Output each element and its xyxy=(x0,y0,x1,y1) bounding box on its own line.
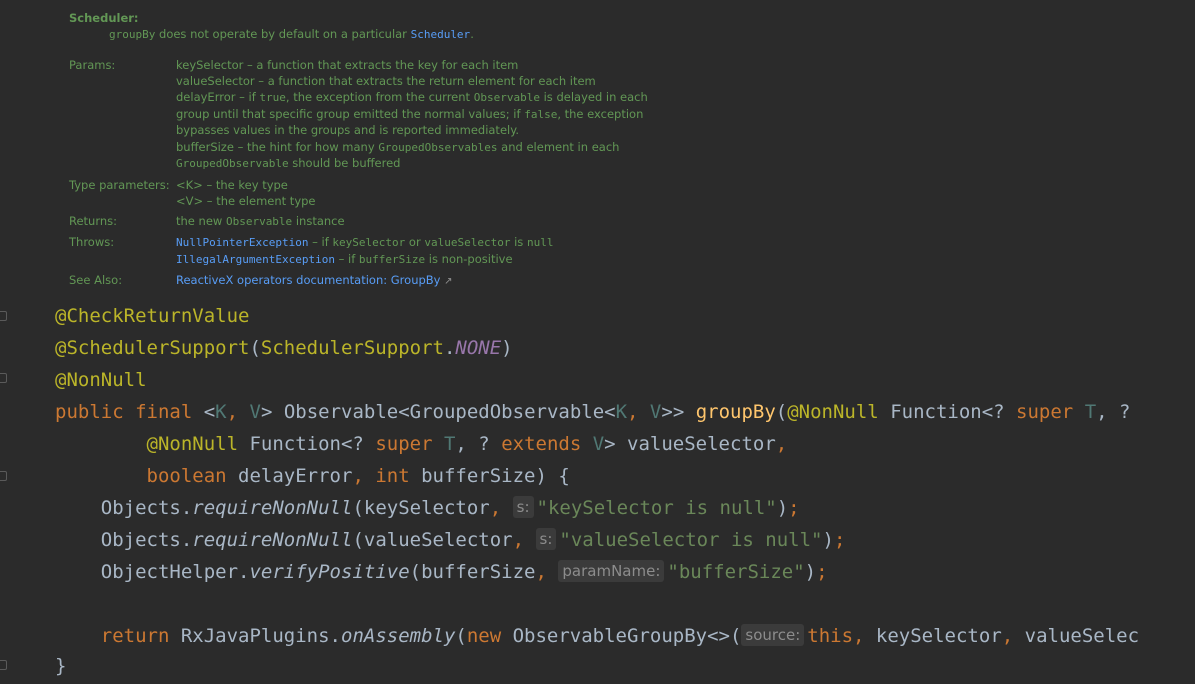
fold-marker-icon[interactable] xyxy=(0,373,7,383)
code-line-7[interactable]: Objects.requireNonNull(keySelector, s: "k… xyxy=(55,492,800,524)
code-line-9[interactable]: ObjectHelper.verifyPositive(bufferSize, … xyxy=(55,556,828,588)
code-line-6[interactable]: boolean delayError, int bufferSize) { xyxy=(55,460,570,492)
code-line-11[interactable]: } xyxy=(55,650,66,682)
parameter-hint: s: xyxy=(512,496,534,518)
doc-see-also-label: See Also: xyxy=(69,273,123,287)
doc-throws-label: Throws: xyxy=(69,235,115,249)
doc-param-keyselector: keySelector – a function that extracts t… xyxy=(176,58,519,72)
doc-scheduler-text: groupBy does not operate by default on a… xyxy=(109,27,474,41)
doc-type-params-label: Type parameters: xyxy=(69,178,170,192)
parameter-hint: paramName: xyxy=(558,560,665,582)
code-editor[interactable]: Scheduler: groupBy does not operate by d… xyxy=(0,0,1195,684)
code-line-5[interactable]: @NonNull Function<? super T, ? extends V… xyxy=(55,428,788,460)
code-line-10[interactable]: return RxJavaPlugins.onAssembly(new Obse… xyxy=(55,620,1139,652)
external-link-icon: ↗ xyxy=(444,276,453,287)
doc-param-buffersize-cont: GroupedObservable should be buffered xyxy=(176,156,401,170)
doc-type-param-k: <K> – the key type xyxy=(176,178,288,192)
scheduler-link[interactable]: Scheduler xyxy=(411,28,471,41)
code-line-1[interactable]: @CheckReturnValue xyxy=(55,300,249,332)
code-line-4[interactable]: public final <K, V> Observable<GroupedOb… xyxy=(55,396,1130,428)
npe-link[interactable]: NullPointerException xyxy=(176,236,308,249)
code-line-3[interactable]: @NonNull xyxy=(55,364,147,396)
doc-param-buffersize: bufferSize – the hint for how many Group… xyxy=(176,140,620,154)
doc-params-label: Params: xyxy=(69,58,116,72)
editor-gutter[interactable] xyxy=(0,0,40,684)
reactivex-docs-link[interactable]: ReactiveX operators documentation: Group… xyxy=(176,273,440,287)
fold-marker-icon[interactable] xyxy=(0,471,7,481)
doc-returns-text: the new Observable instance xyxy=(176,214,345,228)
doc-param-valueselector: valueSelector – a function that extracts… xyxy=(176,74,596,88)
doc-param-delayerror-cont2: bypasses values in the groups and is rep… xyxy=(176,123,520,137)
doc-throws-npe: NullPointerException – if keySelector or… xyxy=(176,235,554,249)
doc-returns-label: Returns: xyxy=(69,214,118,228)
rendered-javadoc: Scheduler: groupBy does not operate by d… xyxy=(57,0,757,296)
parameter-hint: source: xyxy=(741,624,805,646)
doc-throws-iae: IllegalArgumentException – if bufferSize… xyxy=(176,252,513,266)
doc-type-param-v: <V> – the element type xyxy=(176,194,316,208)
fold-marker-icon[interactable] xyxy=(0,311,7,321)
doc-see-also: ReactiveX operators documentation: Group… xyxy=(176,273,453,287)
fold-marker-icon[interactable] xyxy=(0,660,7,670)
iae-link[interactable]: IllegalArgumentException xyxy=(176,253,335,266)
parameter-hint: s: xyxy=(535,528,557,550)
code-line-2[interactable]: @SchedulerSupport(SchedulerSupport.NONE) xyxy=(55,332,513,364)
doc-param-delayerror-cont: group until that specific group emitted … xyxy=(176,107,644,121)
doc-param-delayerror: delayError – if true, the exception from… xyxy=(176,90,648,104)
code-line-8[interactable]: Objects.requireNonNull(valueSelector, s:… xyxy=(55,524,845,556)
doc-scheduler-heading: Scheduler: xyxy=(69,11,139,25)
